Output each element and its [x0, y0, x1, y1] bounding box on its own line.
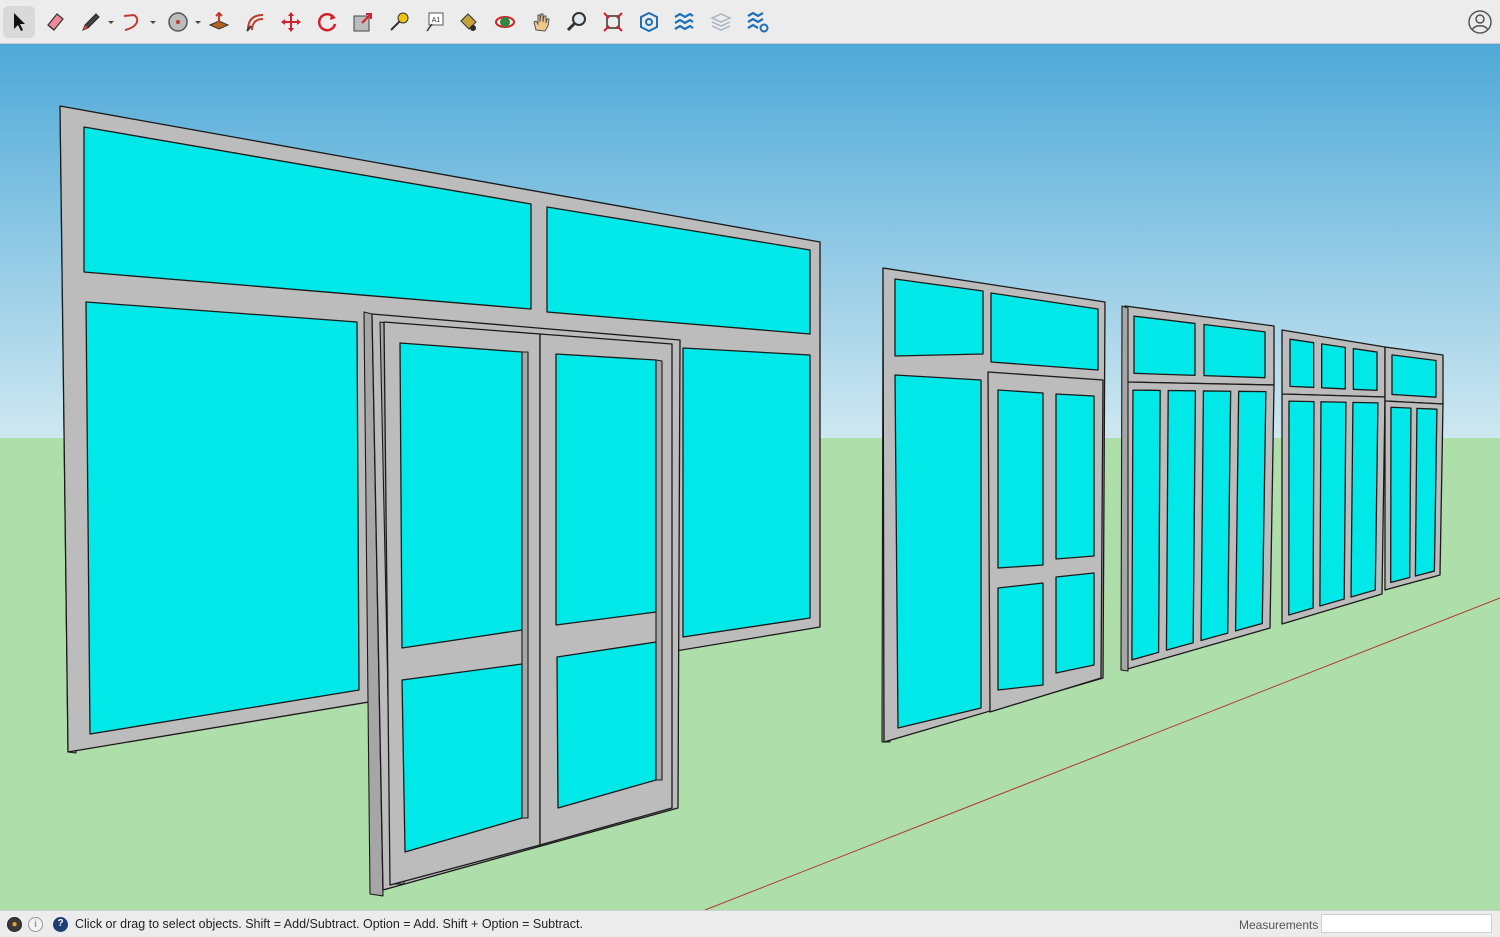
storefront-4-transom-glass-pane[interactable] [1289, 338, 1315, 389]
eraser-tool-button[interactable] [39, 6, 71, 38]
select-tool-button[interactable] [3, 6, 35, 38]
line-tool-button[interactable] [75, 6, 107, 38]
left-door-stile-depth[interactable] [521, 351, 529, 819]
left-door-lower-glass[interactable] [401, 663, 523, 853]
storefront-3-lower-glass-pane[interactable] [1131, 389, 1161, 661]
line-menu-chevron-down-icon[interactable] [107, 20, 115, 26]
arc-menu-chevron-down-icon[interactable] [149, 20, 157, 26]
storefront-4-lower-glass-pane[interactable] [1350, 401, 1379, 598]
3d-warehouse-icon [640, 11, 658, 33]
right-door-lower-glass[interactable] [556, 641, 657, 809]
push-pull-tool-button[interactable] [203, 6, 235, 38]
model-viewport[interactable] [0, 44, 1500, 910]
storefront-5-lower-glass-pane[interactable] [1414, 407, 1438, 577]
main-toolbar: A1 [0, 0, 1500, 44]
extension-warehouse-icon [674, 12, 694, 31]
storefront-4-transom-glass-pane[interactable] [1352, 347, 1378, 392]
status-message: Click or drag to select objects. Shift =… [75, 917, 583, 931]
rotate-icon [317, 13, 337, 32]
offset-icon [246, 14, 264, 32]
storefront-3-lower-glass-pane[interactable] [1234, 390, 1267, 632]
zoom-tool-button[interactable] [561, 6, 593, 38]
storefront-1-side-pane-left[interactable] [85, 301, 360, 735]
shapes-menu-chevron-down-icon[interactable] [194, 20, 202, 26]
storefront-2-transom-left[interactable] [894, 278, 984, 357]
storefront-2-left-door-upper-glass[interactable] [997, 389, 1044, 569]
zoom-icon [566, 12, 586, 32]
storefront-3-transom-glass-pane[interactable] [1133, 315, 1196, 377]
text-icon: A1 [426, 12, 444, 32]
scale-icon [353, 13, 372, 32]
help-icon[interactable]: ? [53, 917, 68, 932]
pan-hand-icon [533, 13, 550, 32]
circle-shapes-icon [168, 12, 188, 32]
zoom-extents-icon [603, 12, 623, 32]
arc-icon [123, 14, 139, 31]
storefront-2-side-pane[interactable] [894, 374, 982, 729]
3d-scene[interactable] [0, 44, 1500, 910]
extension-manager-tool-button[interactable] [741, 6, 773, 38]
text-tool-button[interactable]: A1 [419, 6, 451, 38]
credits-icon[interactable]: i [28, 917, 43, 932]
orbit-tool-button[interactable] [489, 6, 521, 38]
storefront-2-right-door-lower-glass[interactable] [1055, 572, 1095, 674]
status-bar: ● i ? Click or drag to select objects. S… [0, 910, 1500, 937]
tape-measure-icon [390, 12, 409, 31]
paint-bucket-tool-button[interactable] [452, 6, 484, 38]
storefront-3-lower-glass-pane[interactable] [1165, 389, 1197, 651]
measurements-label: Measurements [1239, 918, 1319, 932]
measurements-input[interactable] [1321, 914, 1492, 933]
orbit-icon [495, 16, 515, 28]
storefront-2-right-door-upper-glass[interactable] [1055, 393, 1095, 560]
storefront-2-left-door-lower-glass[interactable] [997, 582, 1044, 691]
select-arrow-icon [14, 13, 25, 31]
rotate-tool-button[interactable] [311, 6, 343, 38]
account-icon[interactable] [1466, 8, 1494, 36]
pan-tool-button[interactable] [525, 6, 557, 38]
zoom-extents-tool-button[interactable] [597, 6, 629, 38]
storefront-1-side-pane-right[interactable] [682, 347, 811, 638]
layout-icon [710, 13, 732, 31]
pencil-line-icon [82, 13, 100, 31]
move-tool-button[interactable] [275, 6, 307, 38]
svg-text:A1: A1 [432, 17, 441, 24]
storefront-3-transom-glass-pane[interactable] [1203, 323, 1266, 379]
storefront-4-lower-glass-pane[interactable] [1288, 400, 1315, 616]
storefront-4-lower-glass-pane[interactable] [1319, 401, 1347, 607]
geo-location-icon[interactable]: ● [7, 917, 22, 932]
right-door-stile-depth[interactable] [655, 359, 663, 781]
extension-warehouse-tool-button[interactable] [668, 6, 700, 38]
layout-tool-button[interactable] [705, 6, 737, 38]
push-pull-icon [208, 11, 230, 30]
move-icon [281, 12, 301, 32]
3d-warehouse-tool-button[interactable] [633, 6, 665, 38]
eraser-icon [47, 13, 64, 31]
storefront-3-left-edge[interactable] [1120, 305, 1129, 672]
storefront-4-transom-glass-pane[interactable] [1321, 343, 1346, 390]
scale-tool-button[interactable] [347, 6, 379, 38]
extension-manager-icon [747, 11, 769, 33]
arc-tool-button[interactable] [117, 6, 149, 38]
storefront-3-lower-glass-pane[interactable] [1200, 390, 1232, 642]
left-door-upper-glass[interactable] [399, 342, 523, 649]
offset-tool-button[interactable] [239, 6, 271, 38]
shapes-tool-button[interactable] [162, 6, 194, 38]
paint-bucket-icon [460, 13, 477, 31]
storefront-5-lower-glass-pane[interactable] [1390, 406, 1412, 584]
right-door-upper-glass[interactable] [555, 353, 657, 626]
storefront-5-transom-glass-pane[interactable] [1391, 354, 1437, 398]
tape-measure-tool-button[interactable] [383, 6, 415, 38]
